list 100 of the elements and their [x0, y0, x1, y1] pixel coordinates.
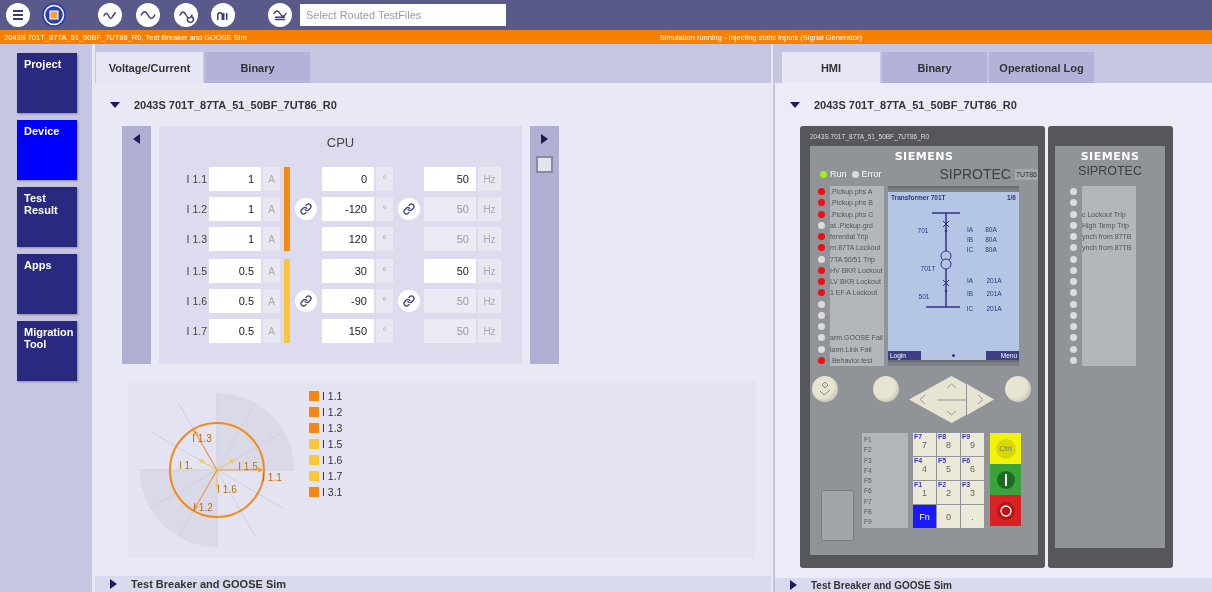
expand-toggle-icon[interactable]: [110, 579, 117, 589]
tab[interactable]: Voltage/Current: [96, 52, 203, 83]
waveform-button[interactable]: [98, 3, 122, 27]
nav-button[interactable]: Test Result: [17, 187, 77, 247]
phase-input[interactable]: 150: [322, 319, 374, 343]
search-field[interactable]: Select Routed TestFiles: [300, 4, 506, 26]
caret-right-icon[interactable]: [541, 134, 548, 144]
legend-label: I 1.5: [322, 438, 343, 450]
waveform-list-button[interactable]: [268, 3, 292, 27]
amplitude-input[interactable]: 0.5: [209, 319, 261, 343]
channel-label: I 1.3: [185, 233, 207, 245]
amplitude-input[interactable]: 0.5: [209, 289, 261, 313]
nav-button[interactable]: Apps: [17, 254, 77, 314]
nav-button[interactable]: Device: [17, 120, 77, 180]
phase-input[interactable]: 120: [322, 227, 374, 251]
amplitude-input[interactable]: 1: [209, 227, 261, 251]
expand-toggle-icon[interactable]: [790, 101, 800, 108]
unit-label: °: [376, 227, 393, 251]
menu-button[interactable]: [6, 3, 30, 27]
open-key[interactable]: [990, 495, 1021, 526]
tab[interactable]: Operational Log: [989, 52, 1094, 83]
waveform-button[interactable]: [211, 3, 235, 27]
checkbox[interactable]: [536, 156, 553, 173]
link-icon: [300, 203, 312, 215]
link-icon: [402, 203, 415, 215]
brand-label: SIEMENS: [893, 150, 955, 162]
frequency-input[interactable]: 50: [424, 167, 476, 191]
link-icon: [402, 295, 415, 307]
unit-label: A: [263, 197, 280, 221]
phase-input[interactable]: -90: [322, 289, 374, 313]
channel-label: I 1.5: [185, 265, 207, 277]
phase-input[interactable]: 30: [322, 259, 374, 283]
tab[interactable]: Binary: [882, 52, 987, 83]
card-slot: [821, 490, 854, 541]
unit-label: Hz: [478, 167, 501, 191]
unit-label: Hz: [478, 289, 501, 313]
close-key[interactable]: [990, 464, 1021, 495]
phasor-label: I 1.5: [238, 460, 258, 472]
check-button[interactable]: [812, 376, 838, 402]
phasor-label: I 1.3: [192, 432, 212, 444]
channel-label: I 1.2: [185, 203, 207, 215]
channel-label: I 1.6: [185, 295, 207, 307]
unit-label: A: [263, 259, 280, 283]
off-symbol-icon: [995, 500, 1016, 521]
nav-button[interactable]: Migration Tool: [17, 321, 77, 381]
unit-label: A: [263, 167, 280, 191]
unit-label: A: [263, 227, 280, 251]
unit-label: Hz: [478, 227, 501, 251]
model-label: SIPROTEC: [939, 166, 1011, 182]
waveform-button[interactable]: [136, 3, 160, 27]
channel-label: I 1.1: [185, 173, 207, 185]
legend-label: I 1.3: [322, 422, 343, 434]
unit-label: A: [263, 319, 280, 343]
section-title: 2043S 701T_87TA_51_50BF_7UT86_R0: [814, 98, 1017, 111]
caret-left-icon[interactable]: [133, 134, 140, 144]
model-label: SIPROTEC: [1077, 164, 1143, 180]
dot-icon: [952, 354, 955, 357]
check-icon: [818, 381, 832, 397]
unit-label: Hz: [478, 259, 501, 283]
on-symbol-icon: [995, 469, 1016, 490]
section-title: 2043S 701T_87TA_51_50BF_7UT86_R0: [134, 98, 337, 111]
keypad-key[interactable]: 0: [937, 505, 960, 528]
status-led-label: Run: [830, 169, 847, 179]
card-title: CPU: [325, 135, 356, 150]
tab[interactable]: Binary: [205, 52, 310, 83]
phase-input[interactable]: 0: [322, 167, 374, 191]
link-icon: [300, 295, 312, 307]
section-title: Test Breaker and GOOSE Sim: [811, 579, 952, 591]
logo-icon: [43, 4, 65, 26]
nav-button[interactable]: Project: [17, 53, 77, 113]
menu-icon: [12, 10, 24, 20]
status-led-label: Error: [861, 169, 882, 179]
link-button[interactable]: [295, 198, 317, 220]
amplitude-input[interactable]: 1: [209, 167, 261, 191]
amplitude-input[interactable]: 1: [209, 197, 261, 221]
phase-input[interactable]: -120: [322, 197, 374, 221]
unit-label: °: [376, 289, 393, 313]
app-logo-button[interactable]: [42, 3, 66, 27]
unit-label: °: [376, 197, 393, 221]
phasor-label: I 1.2: [193, 501, 213, 513]
unit-label: °: [376, 259, 393, 283]
link-button[interactable]: [397, 198, 420, 220]
channel-label: I 1.7: [185, 325, 207, 337]
legend-label: I 1.2: [322, 406, 343, 418]
section-title: Test Breaker and GOOSE Sim: [131, 578, 287, 590]
unit-label: °: [376, 319, 393, 343]
keypad-key[interactable]: .: [961, 505, 984, 528]
waveform-button[interactable]: [174, 3, 198, 27]
link-button[interactable]: [295, 290, 317, 312]
expand-toggle-icon[interactable]: [790, 580, 797, 590]
link-button[interactable]: [397, 290, 420, 312]
legend-label: I 1.6: [322, 454, 343, 466]
tab[interactable]: HMI: [782, 52, 880, 83]
phasor-label: I 1.6: [217, 483, 237, 495]
phasor-label: I 1.: [179, 459, 193, 471]
keypad-key[interactable]: Fn: [913, 505, 936, 528]
frequency-input[interactable]: 50: [424, 259, 476, 283]
amplitude-input[interactable]: 0.5: [209, 259, 261, 283]
expand-toggle-icon[interactable]: [110, 101, 120, 108]
brand-label: SIEMENS: [1079, 150, 1141, 162]
